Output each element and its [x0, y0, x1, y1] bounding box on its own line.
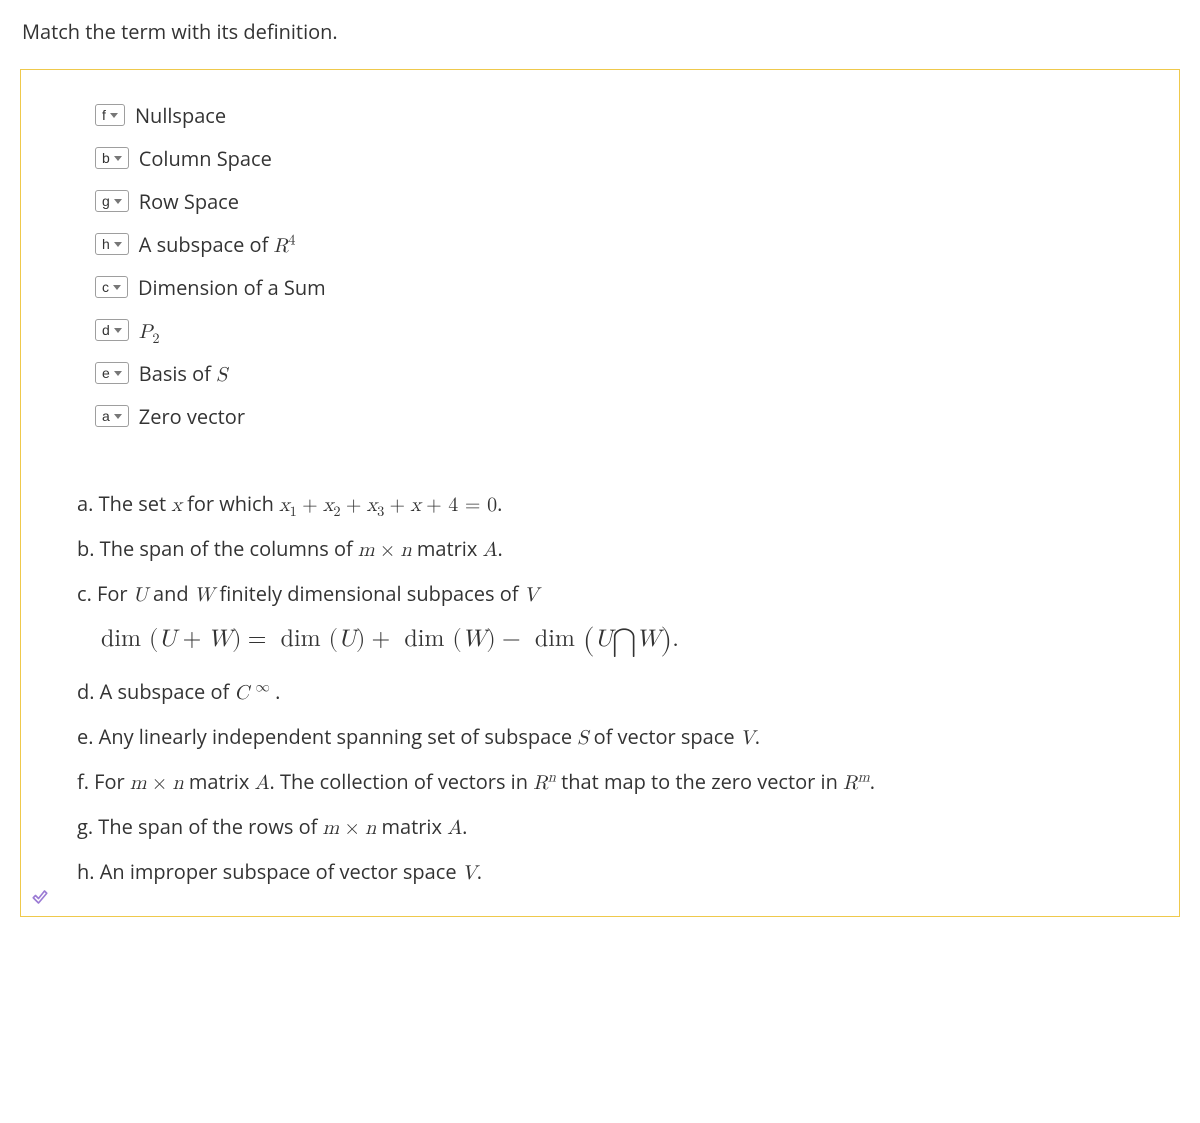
term-label: Dimension of a Sum	[138, 274, 326, 301]
match-row: f Nullspace	[95, 98, 1143, 132]
definition-b: b. The span of the columns of m × n matr…	[77, 534, 1143, 565]
question-instruction: Match the term with its definition.	[22, 18, 1180, 45]
match-select[interactable]: a	[95, 405, 129, 427]
term-label: Column Space	[139, 145, 272, 172]
match-select[interactable]: c	[95, 276, 128, 298]
match-select-value: d	[102, 322, 110, 338]
chevron-down-icon	[114, 156, 122, 161]
match-select-value: a	[102, 408, 110, 424]
match-select[interactable]: g	[95, 190, 129, 212]
definition-f: f. For m × n matrix A. The collection of…	[77, 767, 1143, 798]
definition-e: e. Any linearly independent spanning set…	[77, 722, 1143, 753]
match-list: f Nullspace b Column Space g Row Space	[95, 98, 1143, 433]
match-row: a Zero vector	[95, 399, 1143, 433]
term-label: Row Space	[139, 188, 239, 215]
definition-c: c. For U and W finitely dimensional subp…	[77, 579, 1143, 663]
match-row: b Column Space	[95, 141, 1143, 175]
chevron-down-icon	[114, 199, 122, 204]
term-label: P2	[139, 317, 160, 344]
check-icon	[31, 888, 49, 906]
match-select[interactable]: d	[95, 319, 129, 341]
match-select-value: e	[102, 365, 110, 381]
chevron-down-icon	[114, 414, 122, 419]
match-select[interactable]: h	[95, 233, 129, 255]
match-select-value: c	[102, 279, 109, 295]
term-label: Zero vector	[139, 403, 245, 430]
match-row: h A subspace of R4	[95, 227, 1143, 261]
match-select-value: g	[102, 193, 110, 209]
chevron-down-icon	[110, 113, 118, 118]
definition-h: h. An improper subspace of vector space …	[77, 857, 1143, 888]
term-label: Nullspace	[135, 102, 226, 129]
match-row: g Row Space	[95, 184, 1143, 218]
match-row: d P2	[95, 313, 1143, 347]
match-select[interactable]: f	[95, 104, 125, 126]
chevron-down-icon	[114, 371, 122, 376]
definition-list: a. The set x for which x1 + x2 + x3 + x …	[77, 489, 1143, 888]
match-select-value: b	[102, 150, 110, 166]
term-label: Basis of S	[139, 360, 227, 387]
definition-d: d. A subspace of C ∞ .	[77, 677, 1143, 708]
answer-box: f Nullspace b Column Space g Row Space	[20, 69, 1180, 917]
match-row: c Dimension of a Sum	[95, 270, 1143, 304]
chevron-down-icon	[114, 242, 122, 247]
definition-g: g. The span of the rows of m × n matrix …	[77, 812, 1143, 843]
match-select-value: f	[102, 107, 106, 123]
match-row: e Basis of S	[95, 356, 1143, 390]
match-select[interactable]: b	[95, 147, 129, 169]
definition-a: a. The set x for which x1 + x2 + x3 + x …	[77, 489, 1143, 520]
chevron-down-icon	[114, 328, 122, 333]
match-select-value: h	[102, 236, 110, 252]
match-select[interactable]: e	[95, 362, 129, 384]
term-label: A subspace of R4	[139, 231, 296, 258]
chevron-down-icon	[113, 285, 121, 290]
